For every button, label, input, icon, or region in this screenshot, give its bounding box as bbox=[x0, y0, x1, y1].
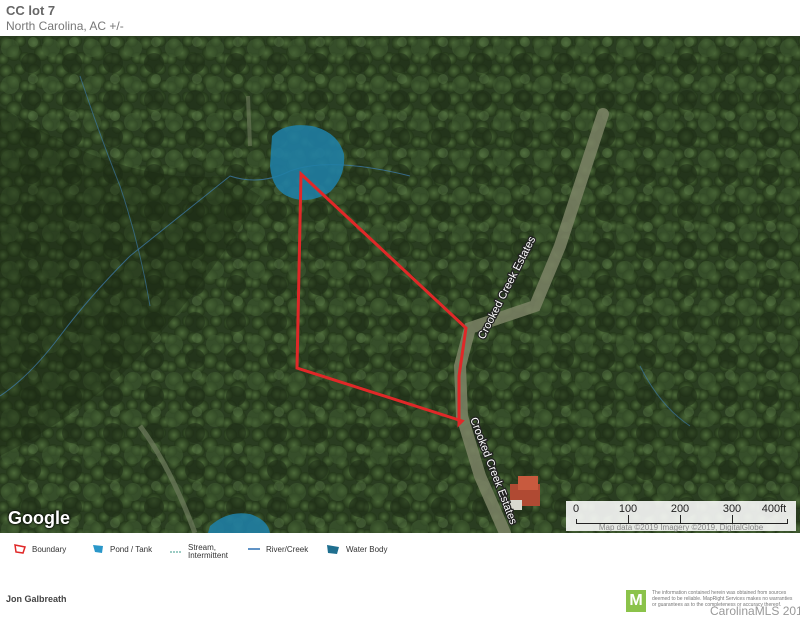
map-attribution: Map data ©2019 Imagery ©2019, DigitalGlo… bbox=[598, 523, 764, 532]
legend-item-pond: Pond / Tank bbox=[92, 544, 152, 554]
legend-label: River/Creek bbox=[266, 544, 309, 554]
legend-item-boundary: Boundary bbox=[14, 544, 66, 554]
map-canvas: Crooked Creek Estates Crooked Creek Esta… bbox=[0, 36, 800, 533]
scale-tick bbox=[628, 515, 629, 523]
stream-icon bbox=[170, 551, 182, 553]
scale-tick-label: 300 bbox=[722, 503, 742, 515]
scale-tick-label: 200 bbox=[670, 503, 690, 515]
legend-item-water-body: Water Body bbox=[326, 544, 388, 555]
scale-tick bbox=[680, 515, 681, 523]
mls-footer: M The information contained herein was o… bbox=[626, 590, 800, 618]
mapright-logo-icon: M bbox=[626, 590, 646, 612]
agent-name: Jon Galbreath bbox=[6, 594, 67, 604]
map-header: CC lot 7 North Carolina, AC +/- bbox=[6, 2, 606, 34]
google-watermark: Google bbox=[8, 508, 70, 528]
page-title: CC lot 7 bbox=[6, 3, 56, 18]
satellite-map[interactable]: Crooked Creek Estates Crooked Creek Esta… bbox=[0, 36, 800, 533]
legend-label: Water Body bbox=[346, 545, 388, 554]
water-body-icon bbox=[327, 545, 339, 554]
pond-icon bbox=[93, 545, 103, 553]
page-subtitle: North Carolina, AC +/- bbox=[6, 19, 124, 33]
scale-tick bbox=[732, 515, 733, 523]
mls-brand: CarolinaMLS 2019 bbox=[710, 604, 800, 618]
legend-label: Stream, Intermittent bbox=[188, 543, 229, 560]
scale-tick-label: 400ft bbox=[761, 503, 787, 515]
river-icon bbox=[248, 548, 260, 550]
map-legend: Boundary Pond / Tank Stream, Intermitten… bbox=[0, 540, 800, 562]
legend-label: Boundary bbox=[32, 544, 67, 554]
scale-bar: 0 100 200 300 400ft Map data ©2019 Image… bbox=[566, 501, 796, 532]
legend-item-river: River/Creek bbox=[248, 544, 308, 554]
legend-label: Pond / Tank bbox=[110, 544, 153, 554]
boundary-icon bbox=[14, 544, 26, 554]
legend-item-stream: Stream, Intermittent bbox=[170, 544, 238, 560]
scale-tick-label: 100 bbox=[618, 503, 638, 515]
scale-tick-label: 0 bbox=[572, 503, 580, 515]
